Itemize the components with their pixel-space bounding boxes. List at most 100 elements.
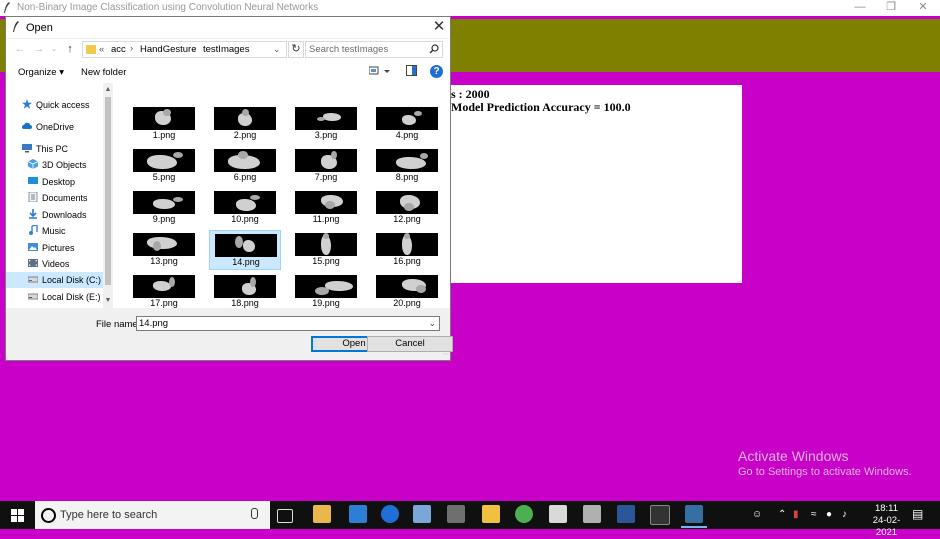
nav-item-local-disk-e[interactable]: Local Disk (E:): [6, 289, 103, 305]
clock[interactable]: 18:11 24-02-2021: [864, 503, 909, 539]
hand-shape: [396, 157, 426, 169]
battery-icon[interactable]: ▮: [793, 509, 799, 520]
nav-item-3d-objects[interactable]: 3D Objects: [6, 157, 103, 173]
nav-item-videos[interactable]: Videos: [6, 256, 103, 272]
image-thumbnail: [214, 191, 276, 214]
paint-icon[interactable]: [583, 505, 601, 523]
address-bar[interactable]: « acc › HandGesture › testImages ⌄: [82, 41, 287, 58]
microphone-icon[interactable]: [251, 508, 258, 519]
word-icon[interactable]: [617, 505, 635, 523]
navigation-scrollbar[interactable]: ▲ ▼: [103, 83, 113, 308]
chrome-icon[interactable]: [515, 505, 533, 523]
preview-pane-icon[interactable]: [406, 65, 417, 76]
hand-shape: [173, 197, 183, 202]
file-name-dropdown-icon[interactable]: ⌄: [428, 318, 436, 329]
file-item-16-png[interactable]: 16.png: [371, 230, 443, 270]
file-name: 13.png: [150, 256, 178, 266]
store-icon[interactable]: [313, 505, 331, 523]
file-item-20-png[interactable]: 20.png: [371, 272, 443, 312]
file-explorer-icon[interactable]: [482, 505, 500, 523]
back-arrow-icon[interactable]: ←: [13, 42, 27, 56]
search-box[interactable]: [305, 41, 443, 58]
taskbar-search-box[interactable]: Type here to search: [35, 501, 270, 529]
hand-shape: [169, 277, 175, 287]
file-item-11-png[interactable]: 11.png: [290, 188, 362, 228]
file-name-combobox[interactable]: ⌄: [136, 316, 440, 331]
file-item-17-png[interactable]: 17.png: [128, 272, 200, 312]
language-icon[interactable]: ●: [826, 509, 832, 520]
view-options-icon[interactable]: [369, 65, 391, 77]
nav-item-onedrive[interactable]: OneDrive: [6, 119, 103, 135]
nav-item-quick-access[interactable]: Quick access: [6, 97, 103, 113]
app-icon[interactable]: [447, 505, 465, 523]
search-input[interactable]: [309, 43, 419, 56]
breadcrumb-testimages[interactable]: testImages: [203, 44, 249, 55]
edge-icon[interactable]: [381, 505, 399, 523]
start-button[interactable]: [0, 501, 35, 529]
nav-item-desktop[interactable]: Desktop: [6, 174, 103, 190]
nav-item-this-pc[interactable]: This PC: [6, 141, 103, 157]
file-item-4-png[interactable]: 4.png: [371, 104, 443, 144]
files-icon[interactable]: [413, 505, 431, 523]
file-item-9-png[interactable]: 9.png: [128, 188, 200, 228]
file-item-18-png[interactable]: 18.png: [209, 272, 281, 312]
help-icon[interactable]: ?: [430, 65, 443, 78]
notepad-icon[interactable]: [549, 505, 567, 523]
minimize-button[interactable]: —: [843, 0, 877, 16]
file-item-6-png[interactable]: 6.png: [209, 146, 281, 186]
file-item-7-png[interactable]: 7.png: [290, 146, 362, 186]
hand-shape: [325, 201, 335, 209]
nav-item-downloads[interactable]: Downloads: [6, 207, 103, 223]
up-arrow-icon[interactable]: ↑: [63, 42, 77, 56]
nav-label-local-disk-e: Local Disk (E:): [42, 292, 101, 302]
nav-item-pictures[interactable]: Pictures: [6, 240, 103, 256]
app-close-button[interactable]: ✕: [906, 0, 940, 16]
file-item-15-png[interactable]: 15.png: [290, 230, 362, 270]
task-view-icon[interactable]: [277, 509, 293, 523]
file-item-13-png[interactable]: 13.png: [128, 230, 200, 270]
file-name-input[interactable]: [139, 317, 419, 330]
dialog-close-button[interactable]: ✕: [430, 18, 448, 36]
address-dropdown-icon[interactable]: ⌄: [273, 44, 281, 55]
file-item-3-png[interactable]: 3.png: [290, 104, 362, 144]
recent-dropdown-icon[interactable]: ⌄: [47, 42, 61, 56]
file-item-5-png[interactable]: 5.png: [128, 146, 200, 186]
restore-button[interactable]: ❐: [874, 0, 908, 16]
file-item-2-png[interactable]: 2.png: [209, 104, 281, 144]
navigation-pane: Quick access OneDrive This PC 3D Objects…: [6, 83, 103, 308]
cancel-button[interactable]: Cancel: [367, 336, 453, 352]
file-item-8-png[interactable]: 8.png: [371, 146, 443, 186]
python-icon[interactable]: [681, 505, 707, 528]
terminal-icon[interactable]: [650, 505, 670, 525]
notification-icon[interactable]: ▤: [912, 507, 923, 521]
mail-icon[interactable]: [349, 505, 367, 523]
file-item-10-png[interactable]: 10.png: [209, 188, 281, 228]
file-item-12-png[interactable]: 12.png: [371, 188, 443, 228]
image-thumbnail: [295, 107, 357, 130]
hand-shape: [416, 285, 426, 293]
file-item-1-png[interactable]: 1.png: [128, 104, 200, 144]
file-item-14-png[interactable]: 14.png: [209, 230, 281, 270]
scroll-down-arrow-icon[interactable]: ▼: [103, 296, 113, 306]
refresh-button[interactable]: ↻: [288, 41, 304, 58]
nav-item-music[interactable]: Music: [6, 223, 103, 239]
image-thumbnail: [376, 191, 438, 214]
people-icon[interactable]: ☺: [752, 509, 762, 520]
scrollbar-thumb[interactable]: [105, 97, 111, 285]
new-folder-button[interactable]: New folder: [81, 67, 126, 78]
file-item-19-png[interactable]: 19.png: [290, 272, 362, 312]
nav-item-local-disk-c[interactable]: Local Disk (C:): [6, 272, 103, 288]
app-title: Non-Binary Image Classification using Co…: [17, 2, 319, 13]
organize-button[interactable]: Organize ▾: [18, 67, 64, 78]
tray-chevron-icon[interactable]: ⌃: [778, 509, 786, 520]
resize-grip-icon[interactable]: ⋯: [443, 351, 449, 358]
activate-windows-watermark: Activate Windows Go to Settings to activ…: [738, 448, 912, 478]
volume-icon[interactable]: ♪: [842, 509, 847, 520]
scroll-up-arrow-icon[interactable]: ▲: [103, 85, 113, 95]
wifi-icon[interactable]: ≈: [811, 509, 817, 520]
breadcrumb-overflow[interactable]: «: [99, 44, 104, 55]
forward-arrow-icon[interactable]: →: [32, 42, 46, 56]
nav-item-documents[interactable]: Documents: [6, 190, 103, 206]
breadcrumb-acc[interactable]: acc: [111, 44, 126, 55]
breadcrumb-handgesture[interactable]: HandGesture: [140, 44, 197, 55]
